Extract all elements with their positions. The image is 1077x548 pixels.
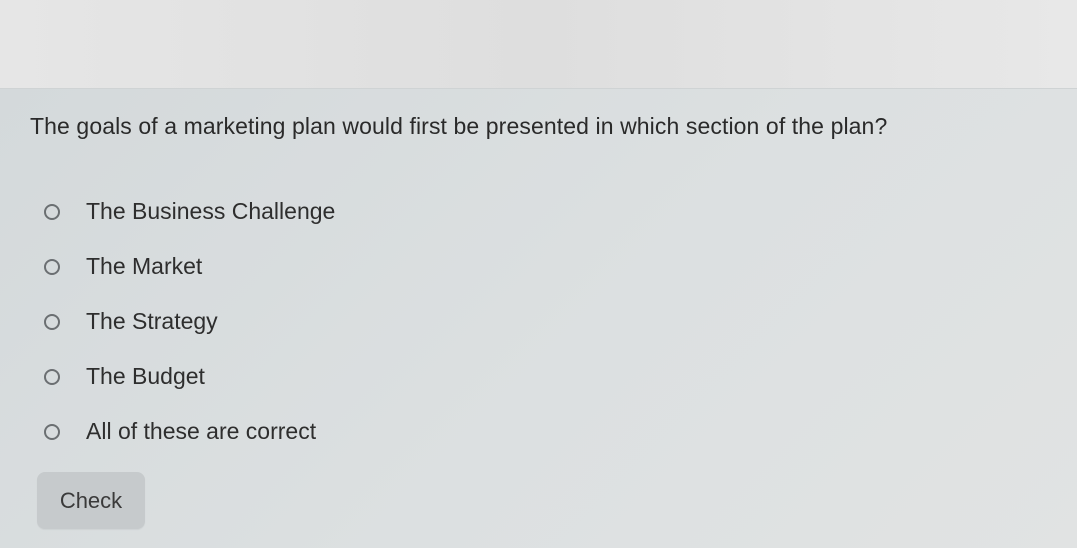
top-background [0,0,1077,88]
radio-unselected-icon[interactable] [44,313,60,330]
option-label: The Business Challenge [86,198,336,224]
option-label: The Budget [86,363,205,389]
option-label: The Strategy [86,308,218,334]
radio-unselected-icon[interactable] [44,203,60,220]
radio-unselected-icon[interactable] [44,423,60,440]
option-business-challenge[interactable]: The Business Challenge [44,184,335,239]
option-budget[interactable]: The Budget [44,349,335,404]
answer-options: The Business Challenge The Market The St… [44,184,335,459]
option-label: The Market [86,253,203,279]
check-button[interactable]: Check [37,472,145,529]
option-market[interactable]: The Market [44,239,335,294]
question-text: The goals of a marketing plan would firs… [30,113,888,139]
option-label: All of these are correct [86,418,317,444]
option-strategy[interactable]: The Strategy [44,294,335,349]
question-card: The goals of a marketing plan would firs… [0,88,1077,548]
radio-unselected-icon[interactable] [44,368,60,385]
option-all-correct[interactable]: All of these are correct [44,404,335,459]
radio-unselected-icon[interactable] [44,258,60,275]
